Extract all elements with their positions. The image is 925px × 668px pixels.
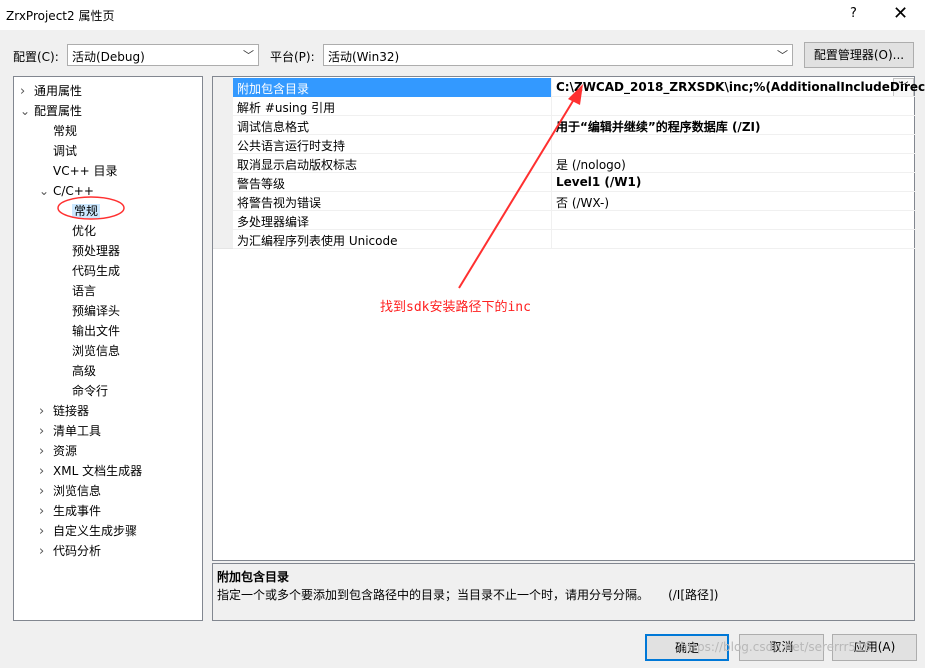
annotation-overlay: [57, 84, 583, 289]
annotation-text: 找到sdk安装路径下的inc: [380, 300, 531, 315]
highlight-circle: [57, 196, 125, 220]
watermark: https://blog.csdn.net/sererrr516: [680, 640, 872, 654]
arrow-line: [458, 95, 577, 289]
arrow-head: [568, 84, 583, 105]
